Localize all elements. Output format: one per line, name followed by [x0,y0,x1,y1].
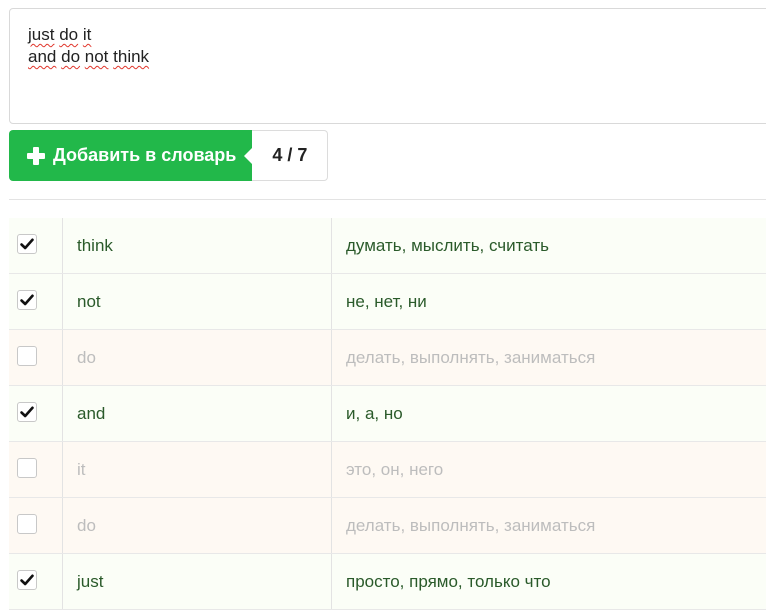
word-translation: делать, выполнять, заниматься [346,515,596,535]
word-checkbox-cell [9,274,63,329]
text-word: think [113,47,150,66]
word-translation: и, а, но [346,403,403,423]
add-to-dictionary-label: Добавить в словарь [53,145,237,165]
word-checkbox[interactable] [17,346,37,366]
text-input[interactable]: just do it and do not think [9,8,766,124]
text-input-line-2: and do not think [28,46,760,68]
word-text: not [63,274,332,329]
word-checkbox[interactable] [17,402,37,422]
word-checkbox[interactable] [17,290,37,310]
text-input-line-1: just do it [28,24,760,46]
word-checkbox[interactable] [17,514,37,534]
word-row: not не, нет, ни [9,274,766,330]
word-row: do делать, выполнять, заниматься [9,330,766,386]
text-word: not [84,47,109,66]
add-to-dictionary-button[interactable]: Добавить в словарь [9,130,253,181]
word-text: just [63,554,332,609]
word-checkbox[interactable] [17,234,37,254]
word-checkbox-cell [9,330,63,385]
text-word: do [59,25,79,44]
word-checkbox-cell [9,442,63,497]
word-text: do [63,498,332,553]
word-checkbox-cell [9,218,63,273]
text-word: do [61,47,81,66]
word-translation: просто, прямо, только что [346,571,551,591]
divider [9,199,766,200]
word-row: and и, а, но [9,386,766,442]
word-checkbox-cell [9,386,63,441]
word-row: do делать, выполнять, заниматься [9,498,766,554]
selected-counter: 4 / 7 [244,130,329,181]
word-text: and [63,386,332,441]
word-translation: это, он, него [346,459,444,479]
word-translation: делать, выполнять, заниматься [346,347,596,367]
word-text: do [63,330,332,385]
checkmark-icon [20,294,34,306]
plus-icon [27,146,45,165]
checkmark-icon [20,406,34,418]
word-checkbox-cell [9,498,63,553]
word-checkbox[interactable] [17,570,37,590]
text-word: and [28,47,57,66]
word-checkbox[interactable] [17,458,37,478]
word-table: think думать, мыслить, считать not не, нет,… [9,218,766,610]
word-checkbox-cell [9,554,63,609]
text-word: it [82,25,92,44]
text-word: just [28,25,55,44]
word-text: it [63,442,332,497]
word-text: think [63,218,332,273]
add-to-dictionary-group: Добавить в словарь 4 / 7 [9,130,329,181]
word-row: just просто, прямо, только что [9,554,766,610]
word-translation: думать, мыслить, считать [346,235,549,255]
word-translation: не, нет, ни [346,291,427,311]
page: just do it and do not think Добавить в с… [0,0,766,612]
word-row: think думать, мыслить, считать [9,218,766,274]
checkmark-icon [20,574,34,586]
word-row: it это, он, него [9,442,766,498]
checkmark-icon [20,238,34,250]
